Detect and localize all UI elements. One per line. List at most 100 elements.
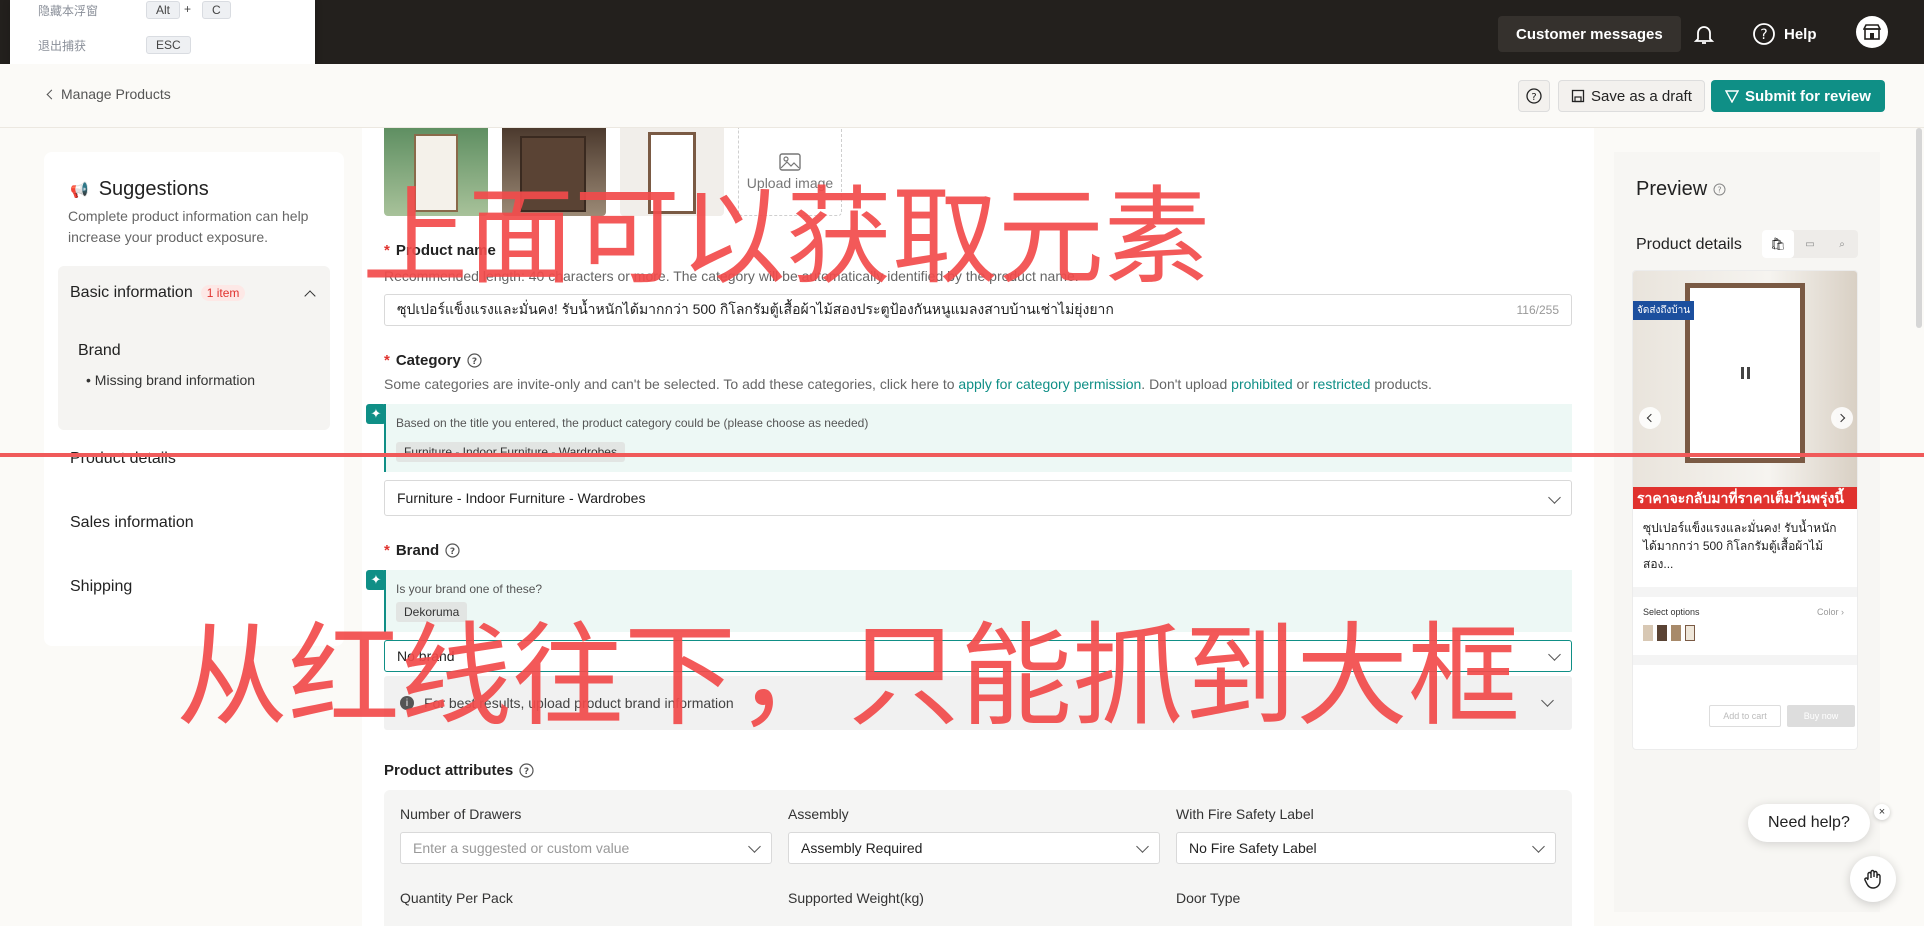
nav-sales-information[interactable]: Sales information [70,514,194,532]
basic-info-label: Basic information [70,284,193,301]
help-fab-button[interactable] [1850,856,1896,902]
submit-review-button[interactable]: Submit for review [1711,80,1885,112]
svg-text:?: ? [1718,186,1722,195]
chevron-left-icon [1646,413,1656,423]
chevron-up-icon[interactable] [304,290,316,302]
color-swatch[interactable] [1643,625,1653,641]
svg-text:?: ? [450,547,455,557]
overlay-top-annotation: 上面可以获取元素 [362,176,1210,299]
megaphone-icon: 📢 [70,181,89,199]
category-ai-hint: Based on the title you entered, the prod… [396,416,869,430]
product-details-tab[interactable]: Product details [1636,236,1742,254]
add-to-cart-button[interactable]: Add to cart [1709,705,1781,727]
chevron-down-icon[interactable] [1541,694,1554,707]
back-label: Manage Products [61,86,171,102]
live-icon[interactable]: ▭ [1794,230,1826,258]
category-value: Furniture - Indoor Furniture - Wardrobes [397,490,646,506]
hand-icon [1864,869,1881,889]
category-label: * Category ? [384,352,482,369]
suggestions-desc: Complete product information can help in… [68,206,308,248]
drawers-placeholder: Enter a suggested or custom value [413,840,630,856]
exit-capture-label: 退出捕获 [38,39,87,53]
search-preview-icon[interactable]: ⌕ [1826,230,1858,258]
attributes-panel: Number of Drawers Enter a suggested or c… [384,790,1572,926]
category-ai-suggestion: Based on the title you entered, the prod… [384,404,1572,472]
svg-text:?: ? [472,357,477,367]
color-swatch[interactable] [1685,625,1695,641]
chevron-left-icon [46,89,57,99]
missing-brand-label: Missing brand information [94,372,256,388]
color-option-link[interactable]: Color › [1817,607,1844,617]
attr-label-fire-safety: With Fire Safety Label [1176,806,1314,822]
alt-key: Alt [146,1,181,19]
plus-sign: + [184,2,192,16]
attr-label-assembly: Assembly [788,806,849,822]
save-icon [1571,89,1585,103]
next-image-button[interactable] [1831,407,1853,429]
drawers-input[interactable]: Enter a suggested or custom value [400,832,772,864]
red-divider-line [0,453,1924,457]
suggestions-desc-line1: Complete product information can help [68,208,309,224]
need-help-bubble[interactable]: Need help? [1748,804,1870,842]
brand-suggestion-title[interactable]: Brand [78,342,121,360]
basic-info-card: Basic information 1 item Brand • Missing… [58,266,330,430]
category-hint-text: . Don't upload [1141,376,1232,392]
product-name-value: ซุปเปอร์แข็งแรงและมั่นคง! รับน้ำหนักได้ม… [397,301,1114,317]
restricted-link[interactable]: restricted [1313,376,1371,392]
ai-sparkle-icon: ✦ [366,404,386,424]
shop-avatar[interactable] [1856,16,1888,48]
preview-view-switch: 🛍 ▭ ⌕ [1762,230,1858,258]
missing-brand-item[interactable]: • Missing brand information [86,372,255,388]
category-suggestion-chip[interactable]: Furniture - Indoor Furniture - Wardrobes [396,442,625,462]
preview-product-title: ซุปเปอร์แข็งแรงและมั่นคง! รับน้ำหนักได้ม… [1643,521,1837,571]
bell-icon[interactable] [1692,22,1716,46]
brand-label: * Brand ? [384,542,460,559]
preview-panel: Preview ? Product details 🛍 ▭ ⌕ จัดส่งถึ… [1614,152,1880,912]
divider [1633,587,1857,597]
buy-now-button[interactable]: Buy now [1787,705,1855,727]
category-hint-text: products. [1370,376,1432,392]
send-icon [1725,90,1739,103]
chevron-right-icon [1836,413,1846,423]
price-banner: ราคาจะกลับมาที่ราคาเต็มวันพรุ่งนี้ [1633,487,1857,509]
assembly-select[interactable]: Assembly Required [788,832,1160,864]
save-draft-label: Save as a draft [1591,87,1692,105]
help-circle-button[interactable]: ? [1518,80,1550,112]
category-select[interactable]: Furniture - Indoor Furniture - Wardrobes [384,480,1572,516]
color-label: Color [1817,607,1839,617]
help-button[interactable]: ? Help [1752,22,1817,46]
customer-messages-button[interactable]: Customer messages [1498,16,1681,52]
preview-title: Preview [1636,178,1708,200]
question-icon[interactable]: ? [445,543,460,558]
attr-label-door-type: Door Type [1176,890,1241,906]
color-swatch[interactable] [1657,625,1667,641]
category-hint-text: or [1292,376,1313,392]
question-icon[interactable]: ? [1713,183,1726,196]
question-icon[interactable]: ? [519,763,534,778]
basic-info-toggle[interactable]: Basic information 1 item [70,284,246,302]
close-icon[interactable]: × [1874,804,1890,820]
overlay-bottom-annotation: 从红线往下，只能抓到大框 [176,612,1520,742]
brand-ai-hint: Is your brand one of these? [396,582,543,596]
product-attributes-label: Product attributes ? [384,762,534,779]
divider [1633,655,1857,665]
prev-image-button[interactable] [1639,407,1661,429]
apply-category-permission-link[interactable]: apply for category permission [958,376,1141,392]
question-icon[interactable]: ? [467,353,482,368]
chevron-down-icon [1548,648,1561,661]
assembly-value: Assembly Required [801,840,923,856]
chevron-down-icon [1136,840,1149,853]
bag-icon[interactable]: 🛍 [1762,230,1794,258]
fire-safety-select[interactable]: No Fire Safety Label [1176,832,1556,864]
nav-shipping[interactable]: Shipping [70,578,132,596]
prohibited-link[interactable]: prohibited [1231,376,1293,392]
category-hint-text: Some categories are invite-only and can'… [384,376,959,392]
color-swatch[interactable] [1671,625,1681,641]
help-icon: ? [1753,23,1775,45]
save-draft-button[interactable]: Save as a draft [1558,80,1705,112]
back-to-manage-products[interactable]: Manage Products [46,86,171,102]
esc-key: ESC [146,36,191,54]
scrollbar-thumb[interactable] [1916,128,1922,328]
preview-header: Preview ? [1636,178,1726,201]
product-attributes-label-text: Product attributes [384,762,514,779]
